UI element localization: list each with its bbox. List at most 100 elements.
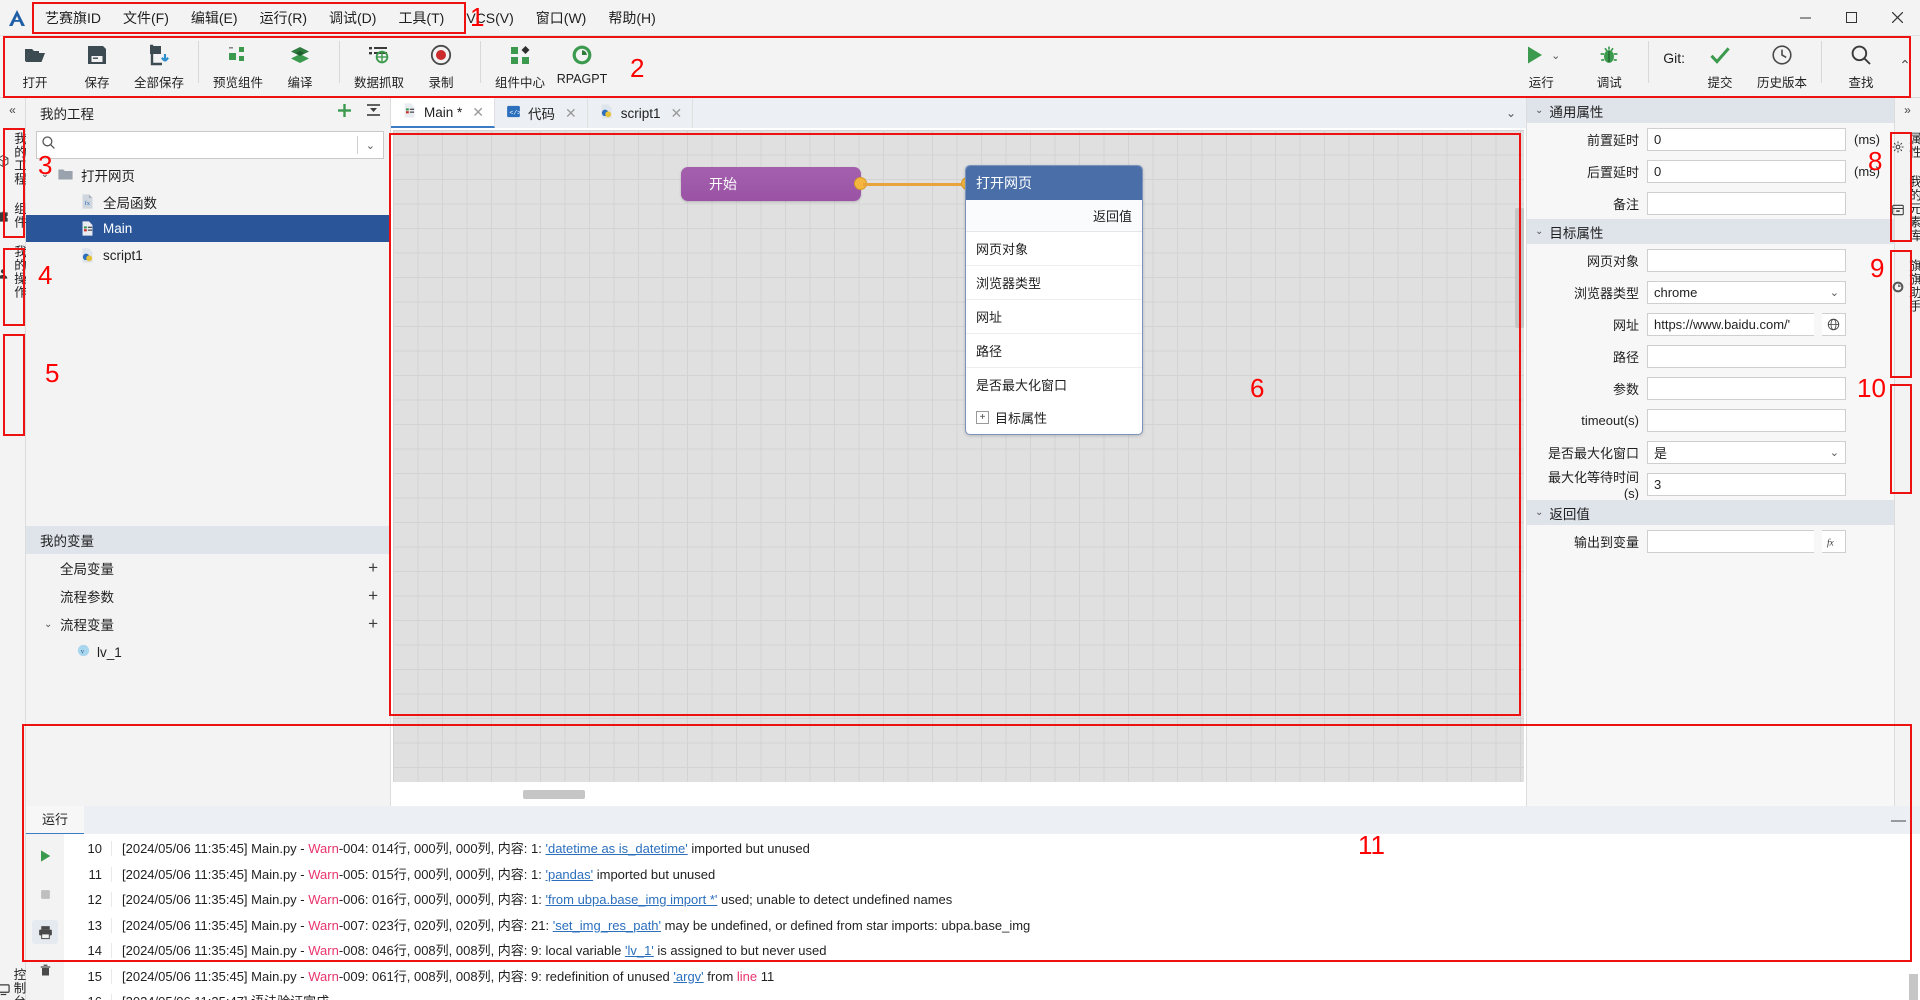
variable-item[interactable]: v lv_1 [26, 638, 390, 666]
toolbar-button-保存[interactable]: 保存 [66, 36, 128, 91]
console-run-button[interactable] [32, 844, 58, 868]
console-clear-button[interactable] [32, 958, 58, 982]
console-tab-run[interactable]: 运行 [26, 805, 85, 835]
menu-vcs[interactable]: VCS(V) [455, 0, 524, 36]
console-vertical-scrollbar[interactable] [1909, 954, 1918, 1000]
property-input[interactable]: 0 [1647, 159, 1846, 183]
toolbar-button-预览组件[interactable]: 预览组件 [207, 36, 269, 91]
close-icon[interactable]: ✕ [565, 105, 577, 122]
menu-product[interactable]: 艺赛旗ID [34, 0, 112, 36]
console-stop-button[interactable] [32, 882, 58, 906]
flow-node-prop-row[interactable]: 网址 [966, 300, 1142, 334]
toolbar-button-组件中心[interactable]: 组件中心 [489, 36, 551, 91]
menu-debug[interactable]: 调试(D) [318, 0, 387, 36]
project-search-input[interactable] [56, 137, 353, 153]
menu-window[interactable]: 窗口(W) [525, 0, 598, 36]
properties-section-header[interactable]: ⌄ 通用属性 [1527, 98, 1894, 123]
rail-tab-components[interactable]: 组件 [0, 192, 29, 235]
flow-node-open-webpage[interactable]: 打开网页 返回值 网页对象 浏览器类型 网址 路径 是否最大化窗口 + 目标属性 [965, 165, 1143, 435]
log-link-token[interactable]: 'from ubpa.base_img import *' [545, 892, 717, 907]
property-input[interactable]: https://www.baidu.com/' [1647, 312, 1814, 336]
chevron-down-icon[interactable]: ⌄ [44, 619, 60, 630]
project-tree-item-script1[interactable]: script1 [26, 242, 390, 269]
close-icon[interactable]: ✕ [472, 104, 484, 121]
toolbar-button-运行[interactable]: ⌄ 运行 [1504, 36, 1578, 91]
property-select[interactable]: 是 ⌄ [1647, 440, 1846, 464]
properties-section-header[interactable]: ⌄ 返回值 [1527, 500, 1894, 525]
add-variable-icon[interactable]: + [368, 586, 378, 606]
close-icon[interactable]: ✕ [671, 105, 683, 122]
toolbar-button-RPAGPT[interactable]: RPAGPT [551, 36, 613, 86]
toolbar-button-提交[interactable]: 提交 [1689, 36, 1751, 91]
properties-section-header[interactable]: ⌄ 目标属性 [1527, 219, 1894, 244]
log-link-token[interactable]: 'datetime as is_datetime' [545, 841, 687, 856]
property-input[interactable] [1647, 529, 1814, 553]
editor-tab-Main*[interactable]: Main * ✕ [391, 98, 495, 128]
flow-node-prop-row[interactable]: 浏览器类型 [966, 266, 1142, 300]
toolbar-button-查找[interactable]: 查找 [1830, 36, 1892, 91]
variable-group-全局变量[interactable]: 全局变量 + [26, 554, 390, 582]
toolbar-button-历史版本[interactable]: 历史版本 [1751, 36, 1813, 91]
flow-node-expand-target-props[interactable]: + 目标属性 [966, 401, 1142, 434]
flow-node-prop-row[interactable]: 网页对象 [966, 232, 1142, 266]
project-search-box[interactable]: ⌄ [36, 131, 384, 159]
fx-icon[interactable]: fx [1822, 529, 1846, 553]
flow-node-prop-row[interactable]: 是否最大化窗口 [966, 368, 1142, 401]
rail-tab-properties[interactable]: 属性 [1891, 122, 1920, 165]
flow-canvas[interactable]: 开始 打开网页 返回值 网页对象 浏览器类型 网址 路径 是否最大化窗口 + 目标属性 [393, 130, 1524, 782]
maximize-button[interactable] [1828, 0, 1874, 36]
flow-node-start[interactable]: 开始 [681, 167, 861, 201]
chevron-down-icon[interactable]: ⌄ [1535, 226, 1543, 237]
property-input[interactable] [1647, 248, 1846, 272]
canvas-horizontal-scrollbar[interactable] [393, 790, 1524, 802]
menu-run[interactable]: 运行(R) [249, 0, 318, 36]
project-tree-item-Main[interactable]: Main [26, 215, 390, 242]
collapse-left-panel-icon[interactable]: « [0, 98, 25, 122]
close-button[interactable] [1874, 0, 1920, 36]
property-input[interactable] [1647, 344, 1846, 368]
toolbar-collapse-icon[interactable]: ⌃ [1892, 36, 1918, 94]
console-minimize-button[interactable]: — [1891, 812, 1920, 829]
toolbar-button-数据抓取[interactable]: 数据抓取 [348, 36, 410, 91]
toolbar-button-打开[interactable]: 打开 [4, 36, 66, 91]
toolbar-button-调试[interactable]: 调试 [1578, 36, 1640, 91]
canvas-vertical-scrollbar[interactable] [1515, 162, 1524, 762]
log-link-token[interactable]: 'pandas' [545, 867, 593, 882]
toolbar-button-编译[interactable]: 编译 [269, 36, 331, 91]
chevron-down-icon[interactable]: ⌄ [1535, 507, 1543, 518]
toolbar-button-录制[interactable]: 录制 [410, 36, 472, 91]
editor-tab-代码[interactable]: </> 代码 ✕ [495, 98, 588, 128]
property-input[interactable] [1647, 376, 1846, 400]
flow-node-prop-row[interactable]: 路径 [966, 334, 1142, 368]
plus-icon[interactable] [336, 102, 353, 124]
rail-tab-project[interactable]: 我的工程 [0, 122, 29, 192]
rail-tab-assistant[interactable]: 旗旗助手 [1891, 249, 1920, 319]
variable-group-流程变量[interactable]: ⌄ 流程变量 + [26, 610, 390, 638]
menu-edit[interactable]: 编辑(E) [180, 0, 249, 36]
toolbar-button-全部保存[interactable]: 全部保存 [128, 36, 190, 91]
project-tree-item-打开网页[interactable]: ⌄ 打开网页 [26, 161, 390, 188]
add-variable-icon[interactable]: + [368, 558, 378, 578]
menu-tools[interactable]: 工具(T) [387, 0, 455, 36]
collapse-all-icon[interactable] [365, 103, 382, 123]
property-input[interactable] [1647, 408, 1846, 432]
rail-tab-console[interactable]: 控制台 [0, 958, 29, 1000]
rail-tab-element-library[interactable]: 我的元素库 [1891, 165, 1920, 249]
variable-group-流程参数[interactable]: 流程参数 + [26, 582, 390, 610]
log-link-token[interactable]: 'lv_1' [625, 943, 654, 958]
property-input[interactable] [1647, 191, 1846, 215]
chevron-down-icon[interactable]: ⌄ [362, 139, 379, 152]
rail-tab-operations[interactable]: 我的操作 [0, 235, 29, 305]
chevron-down-icon[interactable]: ⌄ [1535, 105, 1543, 116]
log-link-token[interactable]: 'set_img_res_path' [553, 918, 661, 933]
console-print-button[interactable] [32, 920, 58, 944]
menu-file[interactable]: 文件(F) [112, 0, 180, 36]
expand-right-panel-icon[interactable]: » [1895, 98, 1920, 122]
property-input[interactable]: 0 [1647, 127, 1846, 151]
minimize-button[interactable] [1782, 0, 1828, 36]
property-select[interactable]: chrome ⌄ [1647, 280, 1846, 304]
add-variable-icon[interactable]: + [368, 614, 378, 634]
editor-tab-overflow[interactable]: ⌄ [1496, 98, 1526, 128]
globe-icon[interactable] [1822, 312, 1846, 336]
log-link-token[interactable]: 'argv' [673, 969, 703, 984]
